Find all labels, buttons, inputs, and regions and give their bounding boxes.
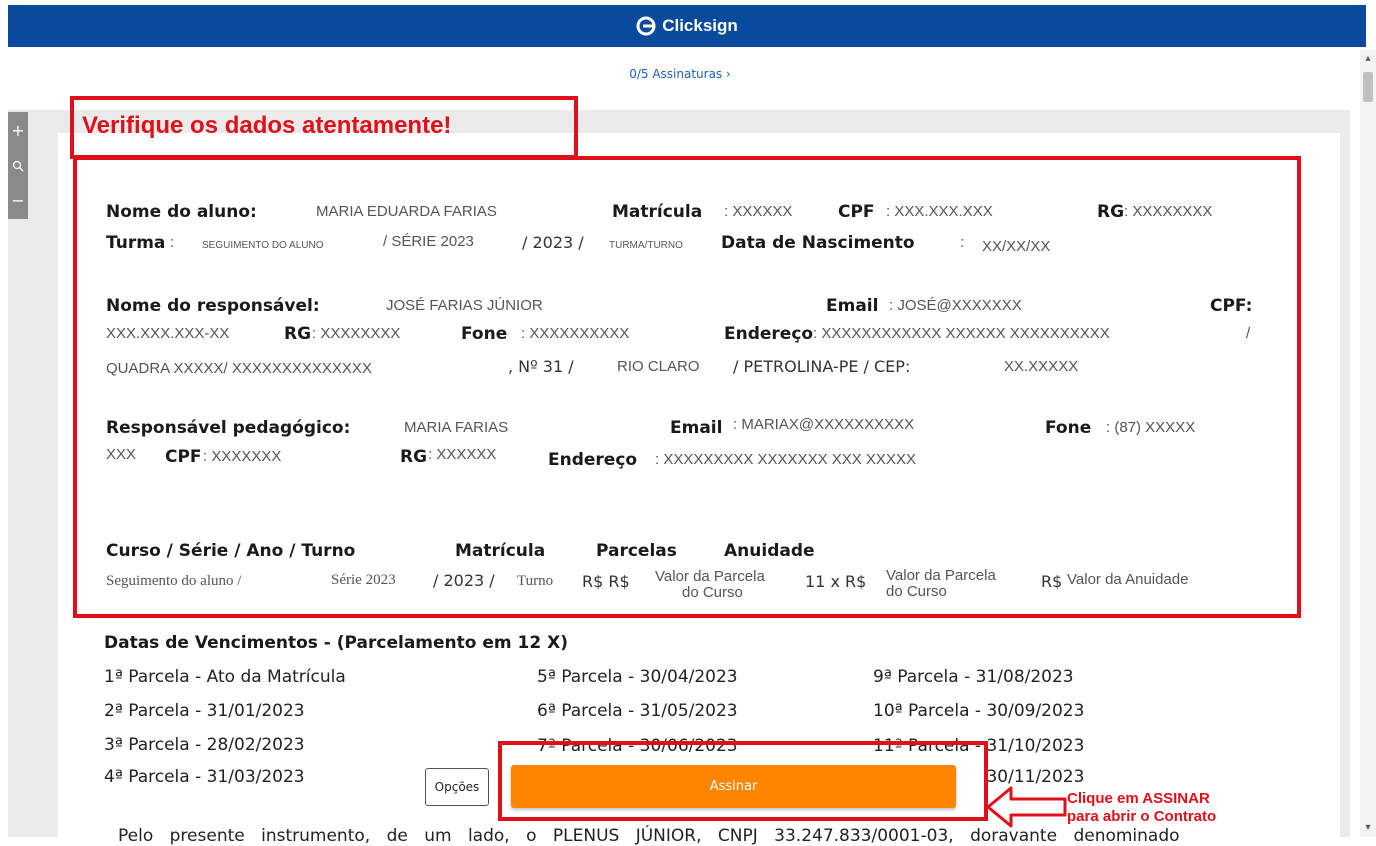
pedagogico-endereco-label: Endereço — [548, 450, 638, 470]
scrollbar[interactable]: ▴ ▾ — [1360, 50, 1376, 837]
aluno-turma-ano: / 2023 / — [522, 233, 584, 252]
responsavel-cpf-value: XXX.XXX.XXX-XX — [106, 325, 230, 342]
aluno-nascimento-value: XX/XX/XX — [982, 238, 1051, 255]
pedagogico-email-value: : MARIAX@XXXXXXXXXX — [733, 416, 915, 433]
responsavel-nome-value: JOSÉ FARIAS JÚNIOR — [386, 297, 543, 314]
anuidade-rs: R$ — [1041, 572, 1063, 591]
responsavel-quadra: QUADRA XXXXX/ XXXXXXXXXXXXXX — [106, 360, 372, 377]
responsavel-fone-label: Fone — [461, 324, 508, 344]
responsavel-fone-value: : XXXXXXXXXX — [521, 325, 630, 342]
aluno-matricula-label: Matrícula — [612, 202, 703, 222]
parcelas-valor-parcela-line1: Valor da Parcela — [886, 567, 996, 584]
parcelas-valor-parcela-line2: do Curso — [886, 583, 947, 600]
matricula-valor-parcela-line1: Valor da Parcela — [655, 568, 765, 585]
aluno-nascimento-label: Data de Nascimento — [721, 233, 915, 253]
parcela-4: 4ª Parcela - 31/03/2023 — [104, 767, 305, 787]
zoom-in-button[interactable]: + — [11, 122, 24, 139]
zoom-out-button[interactable]: − — [11, 192, 24, 209]
parcela-9: 9ª Parcela - 31/08/2023 — [873, 667, 1074, 687]
pedagogico-nome-value: MARIA FARIAS — [404, 419, 509, 436]
responsavel-endereco-slash: / — [1246, 325, 1251, 342]
pedagogico-rg-value: : XXXXXX — [428, 446, 497, 463]
scroll-up-icon[interactable]: ▴ — [1363, 54, 1373, 64]
aluno-nome-value: MARIA EDUARDA FARIAS — [316, 203, 497, 220]
search-icon[interactable] — [12, 160, 24, 172]
verify-title: Verifique os dados atentamente! — [82, 112, 452, 139]
pedagogico-fone-value: : (87) XXXXX — [1106, 419, 1196, 436]
aluno-nome-label: Nome do aluno: — [106, 202, 257, 222]
parcela-6: 6ª Parcela - 31/05/2023 — [537, 701, 738, 721]
aluno-rg-label: RG — [1097, 202, 1125, 222]
vencimentos-title: Datas de Vencimentos - (Parcelamento em … — [104, 633, 568, 653]
parcela-3: 3ª Parcela - 28/02/2023 — [104, 735, 305, 755]
aluno-turma-serie: / SÉRIE 2023 — [383, 233, 474, 250]
aluno-turma-turno: TURMA/TURNO — [609, 240, 683, 251]
signatures-progress: 0/5 Assinaturas › — [0, 67, 1360, 81]
pedagogico-cpf-label: CPF — [165, 447, 202, 467]
aluno-turma-seguimento: SEGUIMENTO DO ALUNO — [202, 240, 324, 251]
parcelas-quantidade: 11 x R$ — [805, 572, 867, 591]
top-bar: Clicksign — [0, 0, 1376, 50]
brand-header: Clicksign — [8, 5, 1366, 47]
zoom-toolbar: + − — [8, 112, 28, 219]
opcoes-button[interactable]: Opções — [425, 768, 489, 806]
curso-seguimento: Seguimento do aluno / — [106, 573, 242, 589]
matricula-rs: R$ R$ — [582, 572, 630, 591]
aluno-rg-value: : XXXXXXXX — [1124, 203, 1213, 220]
matricula-valor-parcela-line2: do Curso — [682, 584, 743, 601]
curso-turno: Turno — [517, 573, 554, 589]
parcela-10: 10ª Parcela - 30/09/2023 — [873, 701, 1085, 721]
scroll-thumb[interactable] — [1363, 72, 1373, 102]
curso-serie: Série 2023 — [331, 572, 396, 588]
curso-header: Curso / Série / Ano / Turno — [106, 541, 356, 561]
scroll-down-icon[interactable]: ▾ — [1363, 823, 1373, 833]
signatures-link[interactable]: 0/5 Assinaturas › — [629, 67, 731, 81]
aluno-matricula-value: : XXXXXX — [724, 203, 793, 220]
aluno-cpf-value: : XXX.XXX.XXX — [886, 203, 993, 220]
parcelas-header: Parcelas — [596, 541, 677, 561]
responsavel-cidade: / PETROLINA-PE / CEP: — [733, 357, 911, 376]
clicksign-logo-icon — [636, 16, 656, 36]
pedagogico-nome-label: Responsável pedagógico: — [106, 418, 351, 438]
responsavel-rg-label: RG — [284, 324, 312, 344]
responsavel-nome-label: Nome do responsável: — [106, 296, 320, 316]
responsavel-endereco-value: : XXXXXXXXXXXX XXXXXX XXXXXXXXXX — [813, 325, 1110, 342]
parcelas-valor-parcela: Valor da Parcela do Curso — [886, 568, 996, 600]
aluno-cpf-label: CPF — [838, 202, 875, 222]
pedagogico-fone-label: Fone — [1045, 418, 1092, 438]
pedagogico-fone-cont: XXX — [106, 446, 137, 463]
aluno-turma-label: Turma — [106, 233, 166, 253]
pedagogico-cpf-value: : XXXXXXX — [203, 448, 282, 465]
signatures-link-label: 0/5 Assinaturas — [629, 67, 723, 81]
parcela-1: 1ª Parcela - Ato da Matrícula — [104, 667, 346, 687]
parcela-2: 2ª Parcela - 31/01/2023 — [104, 701, 305, 721]
anuidade-header: Anuidade — [724, 541, 815, 561]
chevron-right-icon: › — [726, 67, 731, 81]
parcela-5: 5ª Parcela - 30/04/2023 — [537, 667, 738, 687]
curso-ano: / 2023 / — [433, 571, 495, 590]
arrow-left-icon — [986, 786, 1067, 828]
responsavel-rg-value: : XXXXXXXX — [312, 325, 401, 342]
brand-name: Clicksign — [662, 16, 738, 35]
matricula-header: Matrícula — [455, 541, 546, 561]
responsavel-cpf-label: CPF: — [1210, 296, 1253, 316]
responsavel-numero: , Nº 31 / — [508, 357, 574, 376]
responsavel-email-label: Email — [826, 296, 879, 316]
instruction-annotation: Clique em ASSINAR para abrir o Contrato — [1067, 790, 1216, 826]
responsavel-endereco-label: Endereço — [724, 324, 814, 344]
assinar-button[interactable]: Assinar — [511, 765, 956, 808]
responsavel-cep: XX.XXXXX — [1004, 358, 1079, 375]
matricula-valor-parcela: Valor da Parcela do Curso — [655, 569, 765, 601]
pedagogico-endereco-value: : XXXXXXXXX XXXXXXX XXX XXXXX — [655, 451, 916, 468]
pedagogico-email-label: Email — [670, 418, 723, 438]
annotation-line2: para abrir o Contrato — [1067, 808, 1217, 825]
pedagogico-rg-label: RG — [400, 447, 428, 467]
annotation-line1: Clique em ASSINAR — [1067, 790, 1210, 807]
aluno-turma-colon: : — [170, 234, 175, 251]
responsavel-bairro: RIO CLARO — [617, 358, 700, 375]
brand-logo: Clicksign — [636, 16, 738, 36]
aluno-nascimento-colon: : — [960, 234, 965, 251]
anuidade-value: Valor da Anuidade — [1067, 571, 1189, 588]
responsavel-email-value: : JOSÉ@XXXXXXX — [889, 297, 1022, 314]
